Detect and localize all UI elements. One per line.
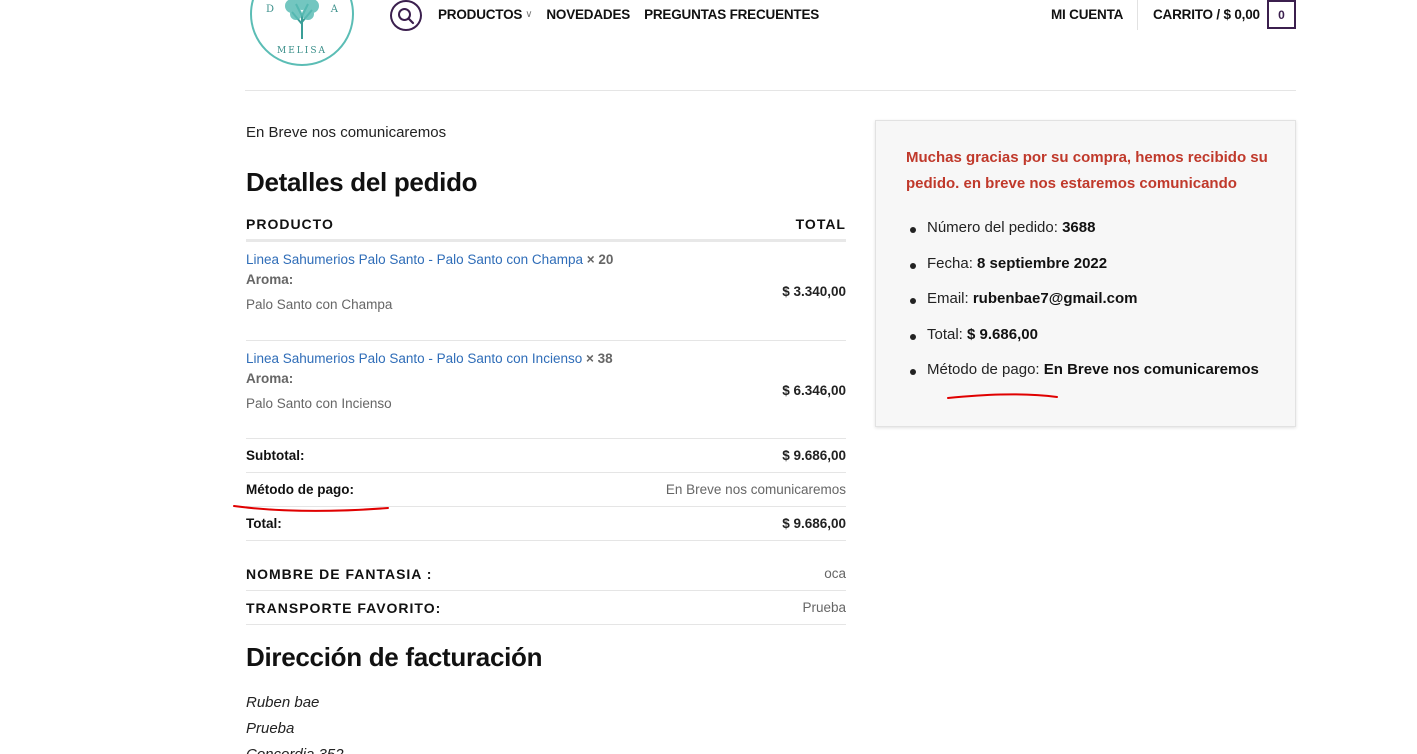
order-summary-box: Muchas gracias por su compra, hemos reci… [875,120,1296,427]
total-value: $ 9.686,00 [782,516,846,531]
product-name-cell: Linea Sahumerios Palo Santo - Palo Santo… [246,351,613,366]
date-label: Fecha: [927,254,978,272]
column-header-total: TOTAL [795,216,846,232]
cart-link[interactable]: CARRITO / $ 0,00 [1153,7,1260,22]
email-value: rubenbae7@gmail.com [972,290,1138,307]
address-line: Concordia 352 [246,742,344,754]
thank-you-message: Muchas gracias por su compra, hemos reci… [906,149,1268,192]
aroma-label: Aroma: [246,272,294,287]
aroma-label: Aroma: [246,371,294,386]
order-details-title: Detalles del pedido [246,167,478,197]
nav-item-novedades[interactable]: NOVEDADES [546,7,630,22]
billing-address-title: Dirección de facturación [246,642,543,672]
nav-item-productos[interactable]: PRODUCTOS ∨ [438,7,533,22]
annotation-underline [233,505,389,512]
payment-instructions: En Breve nos comunicaremos [246,124,447,141]
fantasy-name-label: NOMBRE DE FANTASIA : [246,565,433,582]
line-total: $ 3.340,00 [782,284,846,299]
favorite-transport-row: TRANSPORTE FAVORITO: Prueba [246,591,846,625]
annotation-underline [947,393,1058,399]
logo-text: MELISA [277,46,327,56]
table-header: PRODUCTO TOTAL [246,216,846,242]
product-quantity: × 38 [582,351,613,366]
billing-address: Ruben bae Prueba Concordia 352 [246,690,344,754]
aroma-value: Palo Santo con Champa [246,297,393,312]
total-label: Total: [927,325,968,343]
aroma-value: Palo Santo con Incienso [246,396,392,411]
payment-method-value: En Breve nos comunicaremos [1043,361,1259,378]
subtotal-value: $ 9.686,00 [782,448,846,463]
product-link[interactable]: Linea Sahumerios Palo Santo - Palo Santo… [246,252,583,267]
search-button[interactable] [390,0,422,31]
list-item: Fecha: 8 septiembre 2022 [910,254,1259,291]
total-label: Total: [246,516,282,531]
product-quantity: × 20 [582,252,614,267]
nav-item-label: PRODUCTOS [438,7,523,22]
cart-count-badge[interactable]: 0 [1267,0,1296,29]
product-name-cell: Linea Sahumerios Palo Santo - Palo Santo… [246,252,613,267]
total-value: $ 9.686,00 [967,325,1038,343]
logo-letter: A [330,4,338,15]
nav-item-preguntas-frecuentes[interactable]: PREGUNTAS FRECUENTES [644,7,819,22]
my-account-link[interactable]: MI CUENTA [1051,7,1123,22]
list-item: Número del pedido: 3688 [910,219,1259,255]
order-number-value: 3688 [1062,219,1096,236]
fantasy-name-row: NOMBRE DE FANTASIA : oca [246,557,846,591]
favorite-transport-label: TRANSPORTE FAVORITO: [246,599,442,616]
order-number-label: Número del pedido: [927,219,1063,236]
logo-letter: D [266,4,275,15]
payment-method-label: Método de pago: [927,361,1044,378]
list-item: Total: $ 9.686,00 [910,325,1259,362]
fantasy-name-value: oca [824,566,846,581]
line-total: $ 6.346,00 [782,383,846,398]
order-overview-list: Número del pedido: 3688 Fecha: 8 septiem… [910,219,1259,397]
subtotal-row: Subtotal: $ 9.686,00 [246,439,846,473]
order-details-table: PRODUCTO TOTAL Linea Sahumerios Palo San… [246,216,846,625]
chevron-down-icon: ∨ [525,9,533,20]
date-value: 8 septiembre 2022 [977,254,1108,272]
header-divider-line [245,90,1296,91]
list-item: Email: rubenbae7@gmail.com [910,290,1259,326]
address-line: Ruben bae [246,694,320,711]
address-line: Prueba [246,720,295,737]
header-divider [1137,0,1138,30]
favorite-transport-value: Prueba [802,600,846,615]
table-row: Linea Sahumerios Palo Santo - Palo Santo… [246,242,846,341]
product-link[interactable]: Linea Sahumerios Palo Santo - Palo Santo… [246,351,582,366]
nav-item-label: PREGUNTAS FRECUENTES [644,7,820,22]
email-label: Email: [927,290,973,307]
main-nav: PRODUCTOS ∨ NOVEDADES PREGUNTAS FRECUENT… [438,7,819,22]
column-header-product: PRODUCTO [246,216,334,232]
site-logo[interactable]: D A MELISA [250,0,354,66]
payment-method-value: En Breve nos comunicaremos [665,482,846,497]
nav-item-label: NOVEDADES [546,7,631,22]
payment-method-label: Método de pago: [246,482,354,497]
subtotal-label: Subtotal: [246,448,305,463]
table-row: Linea Sahumerios Palo Santo - Palo Santo… [246,341,846,439]
search-icon [398,7,415,24]
